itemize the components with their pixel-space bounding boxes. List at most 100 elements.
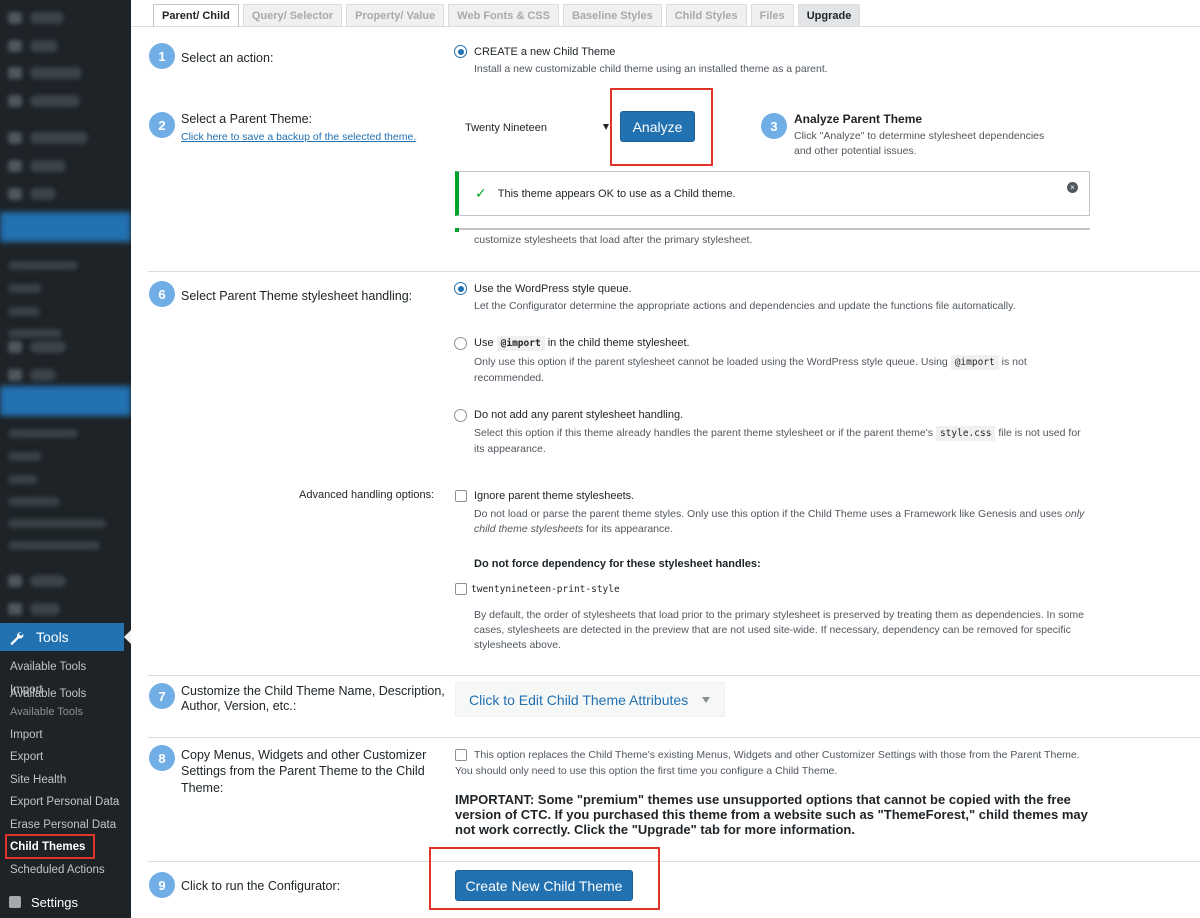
tab-property-value[interactable]: Property/ Value — [346, 4, 445, 27]
copy-menus-desc: This option replaces the Child Theme's e… — [474, 749, 1080, 761]
dependency-desc-line-2: cases, stylesheets are detected in the p… — [474, 624, 1071, 636]
step-2-label: Select a Parent Theme: — [181, 112, 313, 126]
edit-child-attributes-label: Click to Edit Child Theme Attributes — [469, 691, 689, 708]
sidebar-subitem-site-health[interactable]: Site Health — [10, 774, 66, 786]
copy-menus-desc-2: You should only need to use this option … — [455, 765, 838, 777]
close-icon[interactable]: × — [1067, 182, 1078, 193]
blurred-menu-item[interactable] — [30, 95, 80, 107]
step-8-label-line-3: Theme: — [181, 781, 224, 795]
import-radio[interactable] — [454, 337, 467, 350]
tab-query-selector[interactable]: Query/ Selector — [242, 4, 343, 27]
blurred-submenu-item[interactable] — [8, 475, 38, 484]
blurred-menu-item[interactable] — [30, 160, 66, 172]
blurred-menu-item[interactable] — [30, 132, 88, 144]
tab-child-styles[interactable]: Child Styles — [665, 4, 747, 27]
ignore-parent-checkbox[interactable] — [455, 490, 467, 502]
important-warning-line-2: version of CTC. If you purchased this th… — [455, 807, 1088, 822]
blurred-submenu-item[interactable] — [8, 307, 40, 316]
ignore-parent-desc-text: Do not load or parse the parent theme st… — [474, 508, 1063, 520]
sidebar-subitem-import[interactable]: Import — [10, 729, 43, 741]
import-desc-text: Only use this option if the parent style… — [474, 356, 948, 368]
blurred-menu-icon — [8, 95, 22, 107]
copy-menus-checkbox[interactable] — [455, 749, 467, 761]
blurred-submenu-item[interactable] — [8, 452, 42, 461]
blurred-menu-icon — [8, 67, 22, 79]
row-divider — [148, 271, 1200, 272]
print-style-checkbox[interactable] — [455, 583, 467, 595]
tab-web-fonts-css[interactable]: Web Fonts & CSS — [448, 4, 559, 27]
ignore-parent-desc-text-2: for its appearance. — [586, 523, 674, 535]
blurred-menu-item[interactable] — [30, 369, 56, 381]
sidebar-subitem-available-tools[interactable]: Available Tools — [10, 661, 86, 673]
blurred-menu-item[interactable] — [30, 40, 58, 52]
blurred-menu-item[interactable] — [30, 67, 82, 79]
blurred-submenu-item[interactable] — [8, 261, 78, 270]
backup-theme-link[interactable]: Click here to save a backup of the selec… — [181, 129, 416, 145]
sidebar-subitem-erase-personal-data[interactable]: Erase Personal Data — [10, 819, 116, 831]
step-8-label-line-2: Settings from the Parent Theme to the Ch… — [181, 764, 425, 778]
style-css-code: style.css — [935, 426, 996, 441]
step-3-title: Analyze Parent Theme — [794, 112, 923, 126]
sidebar-subitem-scheduled-actions[interactable]: Scheduled Actions — [10, 864, 105, 876]
dependency-title: Do not force dependency for these styles… — [474, 558, 761, 570]
sidebar-subitem-export-personal-data[interactable]: Export Personal Data — [10, 796, 119, 808]
step-2-badge: 2 — [149, 112, 175, 138]
theme-ok-notice: ✓ This theme appears OK to use as a Chil… — [455, 171, 1090, 216]
blurred-submenu-item[interactable] — [8, 519, 106, 528]
blurred-submenu-item[interactable] — [8, 429, 78, 438]
import-desc-code: @import — [950, 355, 999, 370]
sidebar-item-settings-label: Settings — [31, 894, 78, 910]
blurred-menu-icon — [8, 188, 22, 200]
sidebar-subitem-ghost-available-tools[interactable]: Available Tools — [10, 688, 86, 700]
dependency-desc-line-3: stylesheets above. — [474, 639, 561, 651]
blurred-menu-item[interactable] — [30, 12, 64, 24]
current-menu-arrow — [124, 630, 131, 644]
style-queue-radio[interactable] — [454, 282, 467, 295]
style-queue-desc: Let the Configurator determine the appro… — [474, 300, 1016, 312]
no-handling-desc-line-1: Select this option if this theme already… — [474, 426, 1081, 441]
blurred-submenu-item[interactable] — [8, 329, 62, 338]
step-9-badge: 9 — [149, 872, 175, 898]
row-divider — [148, 861, 1200, 862]
blurred-submenu-item[interactable] — [8, 497, 60, 506]
import-title-post: in the child theme stylesheet. — [547, 337, 690, 349]
edit-child-attributes-toggle[interactable]: Click to Edit Child Theme Attributes — [455, 682, 725, 717]
tab-upgrade[interactable]: Upgrade — [797, 4, 861, 27]
sidebar-item-settings[interactable]: Settings — [0, 890, 131, 914]
blurred-menu-icon — [8, 40, 22, 52]
blurred-active-menu[interactable] — [0, 386, 131, 416]
sidebar-item-tools-label: Tools — [36, 629, 69, 645]
step-8-badge: 8 — [149, 745, 175, 771]
create-child-radio[interactable] — [454, 45, 467, 58]
blurred-menu-item[interactable] — [30, 575, 66, 587]
no-handling-radio[interactable] — [454, 409, 467, 422]
tab-parent-child[interactable]: Parent/ Child — [153, 4, 239, 27]
blurred-submenu-item[interactable] — [8, 284, 42, 293]
tab-baseline-styles[interactable]: Baseline Styles — [562, 4, 662, 27]
collapsed-notice-edge — [455, 228, 1090, 230]
step-3-desc-line-2: and other potential issues. — [794, 145, 917, 157]
blurred-active-menu[interactable] — [0, 212, 131, 242]
blurred-menu-item[interactable] — [30, 341, 66, 353]
highlight-box-create — [429, 847, 660, 910]
step-3-badge: 3 — [761, 113, 787, 139]
step-6-badge: 6 — [149, 281, 175, 307]
cut-off-description: customize stylesheets that load after th… — [474, 234, 753, 246]
important-warning-line-1: IMPORTANT: Some "premium" themes use uns… — [455, 792, 1071, 807]
step-3-desc-line-1: Click "Analyze" to determine stylesheet … — [794, 130, 1045, 142]
blurred-menu-item[interactable] — [30, 188, 56, 200]
parent-theme-select[interactable]: Twenty Nineteen — [456, 115, 612, 141]
no-handling-title: Do not add any parent stylesheet handlin… — [474, 409, 684, 421]
sidebar-subitem-export[interactable]: Export — [10, 751, 43, 763]
import-desc-line-1: Only use this option if the parent style… — [474, 355, 1027, 370]
sidebar-item-tools[interactable]: Tools — [0, 623, 124, 651]
tab-files[interactable]: Files — [750, 4, 794, 27]
blurred-menu-icon — [8, 603, 22, 615]
step-1-badge: 1 — [149, 43, 175, 69]
parent-theme-select-value: Twenty Nineteen — [465, 122, 547, 134]
blurred-submenu-item[interactable] — [8, 541, 100, 550]
blurred-menu-item[interactable] — [30, 603, 60, 615]
import-title: Use @import in the child theme styleshee… — [474, 336, 690, 351]
create-child-title: CREATE a new Child Theme — [474, 46, 616, 58]
no-handling-desc-text-2: file is not used for — [998, 427, 1081, 439]
